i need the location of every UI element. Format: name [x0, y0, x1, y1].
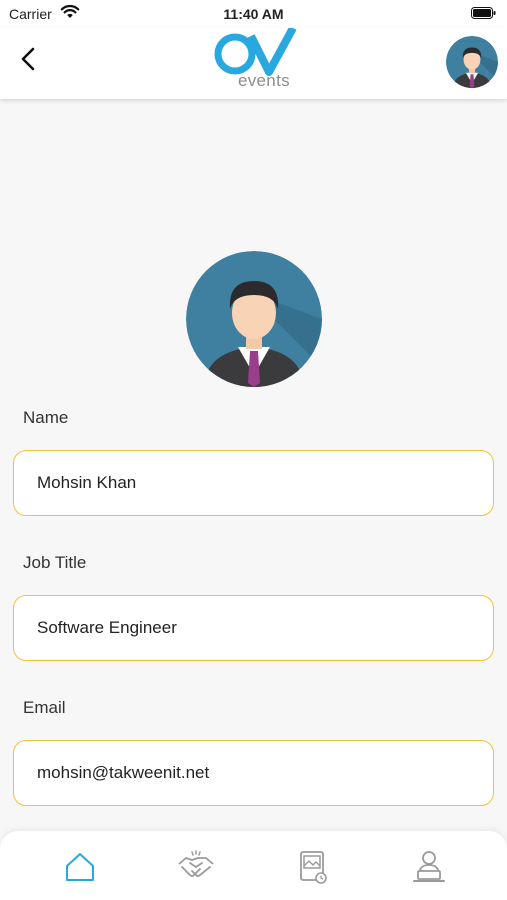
home-icon [66, 853, 94, 881]
status-bar: Carrier 11:40 AM [0, 0, 507, 28]
battery-icon [471, 6, 496, 19]
user-avatar-icon [446, 36, 498, 88]
back-button[interactable] [14, 42, 44, 76]
tab-gallery[interactable] [293, 847, 333, 887]
header-avatar-button[interactable] [446, 36, 498, 88]
clock-time: 11:40 AM [223, 6, 284, 22]
user-avatar-icon [186, 251, 322, 387]
app-header: events [0, 26, 507, 99]
handshake-icon [178, 850, 214, 877]
chevron-left-icon [21, 47, 35, 71]
email-label: Email [23, 698, 66, 717]
job-title-field[interactable]: Software Engineer [13, 595, 494, 661]
name-label: Name [23, 408, 69, 427]
email-field[interactable]: mohsin@takweenit.net [13, 740, 494, 806]
tab-home[interactable] [60, 847, 100, 887]
bottom-tab-bar [0, 831, 507, 900]
logo-wordmark: events [238, 71, 290, 90]
name-field[interactable]: Mohsin Khan [13, 450, 494, 516]
profile-laptop-icon [413, 851, 445, 882]
job-title-label: Job Title [23, 553, 87, 572]
tab-networking[interactable] [176, 847, 216, 887]
gallery-icon [300, 851, 327, 884]
tab-profile[interactable] [409, 847, 449, 887]
profile-avatar[interactable] [186, 251, 322, 387]
